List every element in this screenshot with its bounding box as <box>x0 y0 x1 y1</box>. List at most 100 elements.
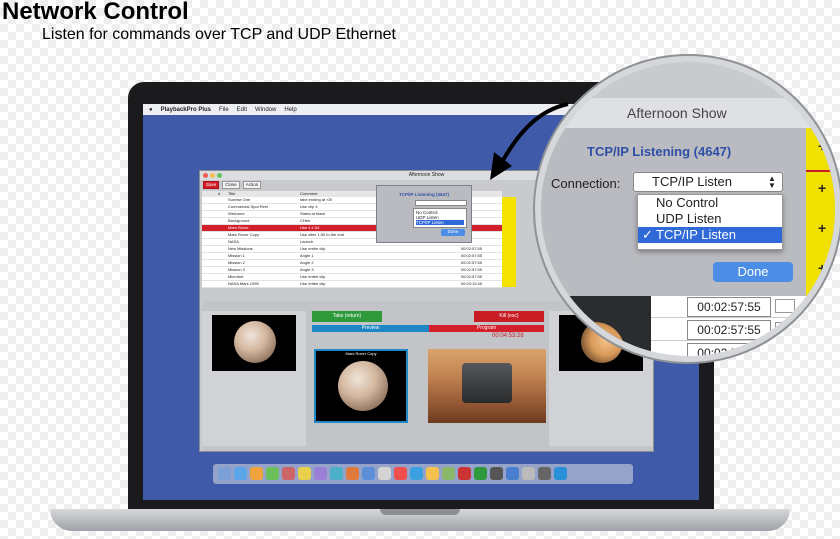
dock-app-icon[interactable] <box>442 467 455 480</box>
cue-comment: Use entire clip <box>300 281 326 286</box>
plus-mark: + <box>818 180 827 196</box>
dock-app-icon[interactable] <box>298 467 311 480</box>
arrow-head <box>490 152 512 180</box>
dock-app-icon[interactable] <box>490 467 503 480</box>
option-no-control[interactable]: No Control <box>638 195 782 211</box>
save-button[interactable]: Save <box>203 180 220 189</box>
dock-app-icon[interactable] <box>218 467 231 480</box>
connection-selected-value: TCP/IP Listen <box>652 174 732 189</box>
mini-dialog-title: TCP/IP Listening (4647) <box>399 192 449 197</box>
program-label: Program <box>429 325 544 332</box>
headline: Network Control <box>2 0 189 25</box>
dock-app-icon[interactable] <box>394 467 407 480</box>
row-checkbox[interactable] <box>775 299 795 313</box>
cue-handle <box>202 232 218 238</box>
cue-handle <box>202 246 218 252</box>
cue-title: Mission 3 <box>228 267 245 272</box>
table-row[interactable]: Microbot Use entire clip 00:02:57:55 <box>202 274 502 281</box>
cue-title: NASA <box>228 239 239 244</box>
dock-app-icon[interactable] <box>362 467 375 480</box>
cue-duration: 00:02:57:55 <box>460 274 482 279</box>
zoom-yellow-column: + + + + <box>806 128 835 296</box>
dock-app-icon[interactable] <box>330 467 343 480</box>
done-button[interactable]: Done <box>713 262 793 282</box>
dock-app-icon[interactable] <box>378 467 391 480</box>
menu-window[interactable]: Window <box>255 107 276 113</box>
take-button[interactable]: Take (return) <box>312 311 382 322</box>
dock-app-icon[interactable] <box>250 467 263 480</box>
program-timer: 00:04:53:28 <box>492 333 524 339</box>
cue-number <box>218 197 228 203</box>
table-row[interactable]: Mission 1 Angle 1 00:02:57:55 <box>202 253 502 260</box>
menu-file[interactable]: File <box>219 107 229 113</box>
menu-app-name[interactable]: PlaybackPro Plus <box>161 107 211 113</box>
dock-app-icon[interactable] <box>266 467 279 480</box>
plus-mark: + <box>818 260 827 276</box>
connection-select[interactable]: TCP/IP Listen ▲ ▼ <box>633 172 783 192</box>
cue-comment: Angle 1 <box>300 253 314 258</box>
magnifier-lens: Afternoon Show TCP/IP Listening (4647) C… <box>535 56 840 362</box>
cue-number <box>218 267 228 273</box>
cue-title: Microbot <box>228 274 244 279</box>
cue-number <box>218 225 228 231</box>
table-row[interactable]: Mission 3 Angle 3 00:02:57:55 <box>202 267 502 274</box>
cue-duration: 00:02:57:55 <box>460 253 482 258</box>
duration-cell: 00:02:57:55 <box>687 320 771 340</box>
mini-done-button[interactable]: Done <box>441 229 465 236</box>
cue-handle <box>202 211 218 217</box>
plus-mark: + <box>818 220 827 236</box>
cue-title: Background <box>228 218 250 223</box>
subheadline: Listen for commands over TCP and UDP Eth… <box>42 26 396 43</box>
dock-app-icon[interactable] <box>426 467 439 480</box>
dock-app-icon[interactable] <box>506 467 519 480</box>
dock <box>213 464 633 484</box>
cue-title: Mission 2 <box>228 260 245 265</box>
left-moon-image <box>234 321 276 363</box>
dock-app-icon[interactable] <box>522 467 535 480</box>
dock-app-icon[interactable] <box>458 467 471 480</box>
dock-app-icon[interactable] <box>346 467 359 480</box>
table-row[interactable]: Mission 2 Angle 2 00:02:57:55 <box>202 260 502 267</box>
cue-comment: Use entire clip <box>300 246 326 251</box>
cue-handle <box>202 260 218 266</box>
table-row[interactable]: NASA Mars 1095 Use entire clip 00:03:12:45 <box>202 281 502 288</box>
minimize-window-icon[interactable] <box>210 173 215 178</box>
dock-app-icon[interactable] <box>282 467 295 480</box>
apple-icon[interactable]: ● <box>149 107 153 113</box>
cue-title: Sunrise One <box>228 197 251 202</box>
cue-handle <box>202 267 218 273</box>
left-clip-thumb <box>212 315 296 371</box>
connection-menu: No Control UDP Listen ✓ TCP/IP Listen <box>637 194 783 250</box>
cue-title: Mars Rover <box>228 225 249 230</box>
option-udp-listen[interactable]: UDP Listen <box>638 211 782 227</box>
menu-edit[interactable]: Edit <box>237 107 247 113</box>
kill-button[interactable]: Kill (esc) <box>474 311 544 322</box>
cue-handle <box>202 253 218 259</box>
dock-app-icon[interactable] <box>234 467 247 480</box>
option-tcp-listen[interactable]: ✓ TCP/IP Listen <box>638 227 782 243</box>
connection-label: Connection: <box>551 176 621 191</box>
dock-app-icon[interactable] <box>474 467 487 480</box>
close-window-icon[interactable] <box>203 173 208 178</box>
dock-app-icon[interactable] <box>410 467 423 480</box>
mini-connection-menu: No Control UDP Listen TCP/IP Listen <box>413 208 467 228</box>
cue-number <box>218 281 228 287</box>
cue-number <box>218 260 228 266</box>
action-button[interactable]: Action <box>242 180 262 189</box>
dock-app-icon[interactable] <box>314 467 327 480</box>
dock-app-icon[interactable] <box>538 467 551 480</box>
option-tcp-listen-label: TCP/IP Listen <box>656 227 736 242</box>
cue-number <box>218 246 228 252</box>
close-button[interactable]: Close <box>222 180 240 189</box>
mini-network-dialog: TCP/IP Listening (4647) No Control UDP L… <box>376 185 472 243</box>
cue-number <box>218 274 228 280</box>
mini-connection-select[interactable] <box>415 200 467 206</box>
cue-handle <box>202 239 218 245</box>
table-row[interactable]: New Missions Use entire clip 00:02:57:55 <box>202 246 502 253</box>
dock-app-icon[interactable] <box>554 467 567 480</box>
cue-number <box>218 204 228 210</box>
zoom-window-icon[interactable] <box>217 173 222 178</box>
menu-help[interactable]: Help <box>284 107 296 113</box>
mini-option-tcp[interactable]: TCP/IP Listen <box>416 220 464 225</box>
row-checkbox[interactable] <box>775 322 795 336</box>
